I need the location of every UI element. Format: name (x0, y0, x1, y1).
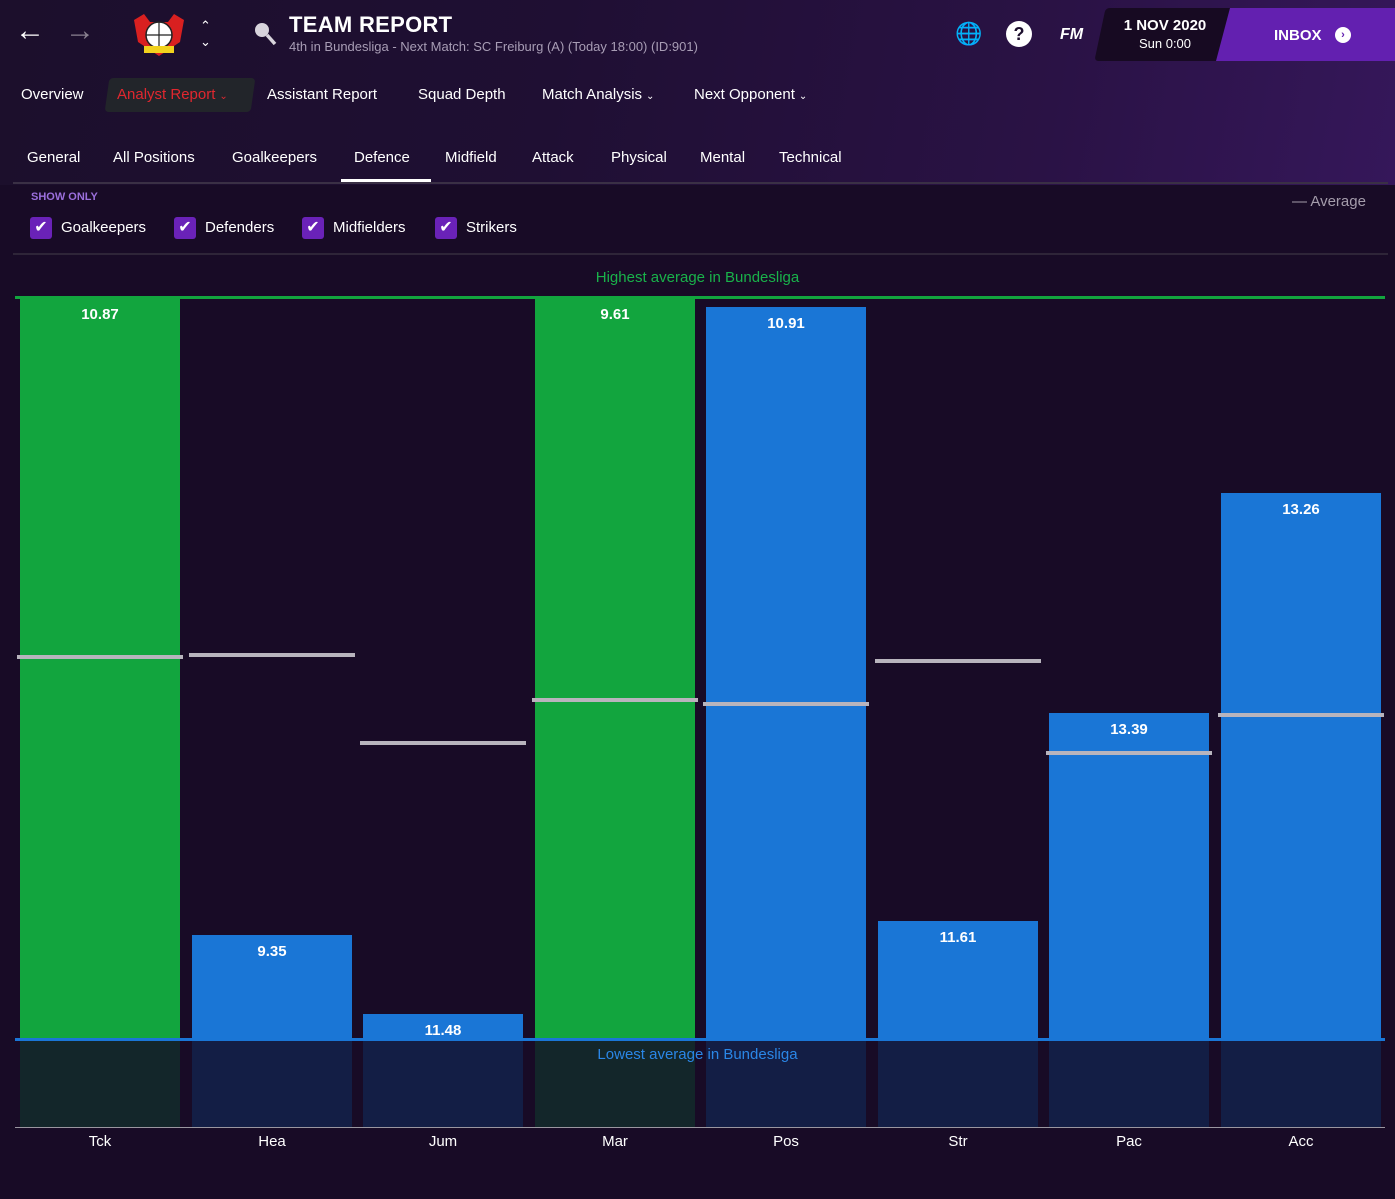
bar-value-label: 10.87 (81, 306, 119, 323)
bar-jum[interactable]: 11.48 (363, 1013, 523, 1039)
tabs-divider (13, 182, 1388, 184)
checkbox-label: Strikers (466, 219, 517, 236)
x-tick-label: Jum (428, 1133, 458, 1150)
highest-average-line (15, 296, 1385, 299)
average-line (1218, 713, 1384, 718)
average-line (189, 653, 355, 658)
bar-str[interactable]: 11.61 (878, 921, 1038, 1039)
bar-mar[interactable]: 9.61 (535, 298, 695, 1039)
menu-item-label: Squad Depth (418, 86, 506, 103)
bar-value-label: 11.61 (939, 929, 977, 947)
checkbox-label: Goalkeepers (61, 219, 147, 236)
menu-item-squad-depth[interactable]: Squad Depth (418, 86, 506, 103)
attribute-bar-chart: 10.87 9.35 11.48 9.61 10.91 11.61 13.39 13.26 Lo… (0, 296, 1395, 1128)
x-axis (15, 1127, 1385, 1128)
lowest-average-line (15, 1038, 1385, 1041)
chevron-down-icon: ⌄ (219, 91, 228, 102)
bar-value-label: 10.91 (767, 314, 805, 332)
highest-average-label: Highest average in Bundesliga (595, 269, 800, 286)
menu-item-label: Match Analysis (542, 86, 643, 103)
menu-item-assistant-report[interactable]: Assistant Report (267, 86, 377, 103)
bar-value-label: 9.35 (257, 943, 287, 961)
menu-item-analyst-report[interactable]: Analyst Report ⌄ (117, 86, 228, 103)
checkmark-icon: ✔ (439, 219, 453, 236)
x-tick-label: Str (948, 1133, 968, 1150)
menu-item-overview[interactable]: Overview (21, 86, 84, 103)
chevron-down-icon: ⌄ (646, 91, 655, 102)
tab-attack[interactable]: Attack (532, 149, 574, 166)
chevron-right-circle-icon: › (1335, 27, 1351, 43)
tab-physical[interactable]: Physical (611, 149, 667, 166)
checkmark-icon: ✔ (306, 219, 320, 236)
menu-item-next-opponent[interactable]: Next Opponent ⌄ (694, 86, 807, 103)
average-line (703, 702, 869, 707)
menu-item-label: Analyst Report (117, 86, 216, 103)
average-legend: — Average (1292, 193, 1366, 210)
current-date: 1 NOV 2020 (1123, 17, 1207, 34)
bar-value-label: 13.39 (1110, 720, 1148, 738)
bar-value-label: 9.61 (600, 306, 630, 323)
tab-all-positions[interactable]: All Positions (113, 149, 195, 166)
x-tick-label: Mar (602, 1133, 628, 1150)
lowest-average-label: Lowest average in Bundesliga (597, 1046, 798, 1063)
forward-arrow-icon[interactable]: → (65, 14, 95, 48)
checkbox-label: Midfielders (333, 219, 406, 236)
search-icon[interactable] (252, 20, 278, 53)
x-tick-label: Hea (258, 1133, 286, 1150)
help-icon[interactable]: ? (1006, 21, 1032, 47)
globe-icon[interactable]: 🌐 (955, 21, 982, 47)
tab-goalkeepers[interactable]: Goalkeepers (232, 149, 317, 166)
menu-item-label: Assistant Report (267, 86, 378, 103)
tab-midfield[interactable]: Midfield (445, 149, 497, 166)
tab-general[interactable]: General (27, 149, 80, 166)
x-tick-label: Acc (1288, 1133, 1314, 1150)
page-title: TEAM REPORT (289, 12, 453, 37)
checkbox-label: Defenders (205, 219, 275, 236)
chevron-down-icon: ⌄ (798, 91, 808, 102)
show-only-heading: SHOW ONLY (31, 191, 98, 203)
checkbox-goalkeepers[interactable]: ✔ (30, 217, 52, 239)
club-crest-logo[interactable] (130, 12, 188, 58)
inbox-label: INBOX (1274, 27, 1322, 44)
back-arrow-icon[interactable]: ← (15, 14, 45, 48)
checkmark-icon: ✔ (34, 219, 48, 236)
bar-value-label: 11.48 (424, 1021, 462, 1039)
bar-acc[interactable]: 13.26 (1221, 492, 1381, 1039)
average-line (532, 698, 698, 703)
bar-value-label: 13.26 (1282, 500, 1320, 518)
average-line (875, 659, 1041, 664)
menu-item-match-analysis[interactable]: Match Analysis ⌄ (542, 86, 654, 103)
current-time: Sun 0:00 (1138, 36, 1192, 51)
tab-technical[interactable]: Technical (779, 149, 842, 166)
fm-menu-button[interactable]: FM (1060, 26, 1083, 44)
menu-item-label: Next Opponent (694, 86, 795, 103)
x-tick-label: Pos (773, 1133, 799, 1150)
club-switch-chevrons-icon[interactable]: ⌃ ⌄ (200, 18, 211, 50)
tab-mental[interactable]: Mental (700, 149, 745, 166)
average-line (360, 741, 526, 746)
bar-tck[interactable]: 10.87 (20, 298, 180, 1039)
selected-tab-indicator (341, 179, 431, 182)
menu-item-label: Overview (21, 86, 84, 103)
average-line (1046, 750, 1212, 755)
bar-pac[interactable]: 13.39 (1049, 712, 1209, 1039)
filters-divider (13, 253, 1388, 255)
bar-hea[interactable]: 9.35 (192, 935, 352, 1039)
page-subtitle: 4th in Bundesliga - Next Match: SC Freib… (289, 39, 698, 54)
date-panel[interactable] (1094, 8, 1236, 61)
checkbox-defenders[interactable]: ✔ (174, 217, 196, 239)
average-line (17, 654, 183, 659)
checkbox-midfielders[interactable]: ✔ (302, 217, 324, 239)
checkbox-strikers[interactable]: ✔ (435, 217, 457, 239)
tab-defence[interactable]: Defence (354, 149, 410, 166)
bar-pos[interactable]: 10.91 (706, 306, 866, 1039)
x-tick-label: Tck (88, 1133, 112, 1150)
x-tick-label: Pac (1116, 1133, 1142, 1150)
checkmark-icon: ✔ (178, 219, 192, 236)
